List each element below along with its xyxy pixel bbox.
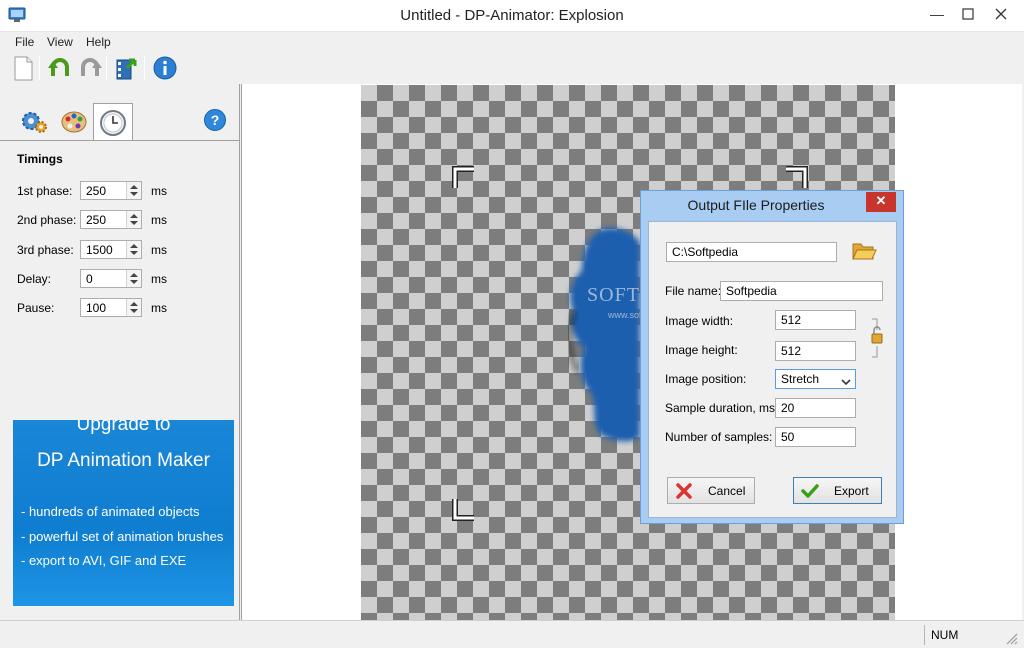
menu-file[interactable]: File (10, 33, 39, 51)
export-label: Export (834, 484, 869, 498)
checkmark-icon (801, 482, 819, 503)
explosion-effect (560, 222, 642, 447)
image-position-value: Stretch (781, 372, 820, 386)
unit-label: ms (151, 213, 167, 227)
first-phase-stepper[interactable]: 250 (80, 181, 142, 200)
first-phase-label: 1st phase: (17, 184, 73, 198)
dialog-close-button[interactable]: ✕ (866, 192, 896, 212)
sample-duration-field[interactable]: 20 (775, 398, 856, 418)
second-phase-stepper[interactable]: 250 (80, 210, 142, 229)
toolbar (0, 52, 1024, 84)
spin-arrows[interactable] (126, 270, 141, 287)
image-height-label: Image height: (665, 343, 738, 357)
output-file-properties-dialog: Output FIle Properties ✕ C:\Softpedia Fi… (640, 190, 904, 524)
close-button[interactable] (986, 2, 1016, 28)
promo-feature: - export to AVI, GIF and EXE (21, 553, 187, 568)
dialog-body: C:\Softpedia File name: Softpedia Image … (648, 221, 897, 518)
svg-text:?: ? (211, 112, 220, 128)
second-phase-label: 2nd phase: (17, 213, 77, 227)
promo-upgrade-text: Upgrade to (76, 420, 171, 435)
image-position-select[interactable]: Stretch (775, 369, 856, 389)
aspect-lock-icon[interactable] (871, 318, 885, 358)
promo-feature: - powerful set of animation brushes (21, 529, 224, 544)
image-width-label: Image width: (665, 314, 734, 328)
image-height-field[interactable]: 512 (775, 341, 856, 361)
promo-product-name: DP Animation Maker (37, 450, 210, 471)
info-icon[interactable] (151, 54, 179, 82)
resize-grip-icon[interactable] (1004, 631, 1018, 645)
menu-view[interactable]: View (42, 33, 78, 51)
settings-gears-icon[interactable] (18, 105, 50, 137)
image-width-field[interactable]: 512 (775, 310, 856, 330)
file-name-label: File name: (665, 284, 722, 298)
spin-arrows[interactable] (126, 211, 141, 228)
menu-bar: File View Help (0, 32, 1024, 52)
folder-path-field[interactable]: C:\Softpedia (666, 242, 837, 262)
cancel-x-icon (675, 482, 693, 503)
selection-corner-top-left[interactable] (452, 166, 476, 190)
pause-stepper[interactable]: 100 (80, 298, 142, 317)
unit-label: ms (151, 184, 167, 198)
third-phase-stepper[interactable]: 1500 (80, 240, 142, 259)
export-film-icon[interactable] (113, 54, 141, 82)
status-bar: NUM (0, 620, 1024, 648)
new-document-icon[interactable] (9, 54, 37, 82)
toolbar-separator (39, 56, 40, 80)
spin-arrows[interactable] (126, 182, 141, 199)
timings-heading: Timings (17, 152, 63, 166)
unit-label: ms (151, 272, 167, 286)
delay-value: 0 (86, 272, 93, 286)
tab-timings[interactable] (93, 103, 133, 141)
spin-arrows[interactable] (126, 299, 141, 316)
pause-value: 100 (86, 301, 107, 315)
toolbar-separator (106, 56, 107, 80)
third-phase-value: 1500 (86, 243, 113, 257)
promo-feature: - hundreds of animated objects (21, 504, 200, 519)
palette-icon[interactable] (58, 105, 90, 137)
file-name-field[interactable]: Softpedia (720, 281, 883, 301)
redo-icon[interactable] (76, 54, 104, 82)
window-title: Untitled - DP-Animator: Explosion (400, 7, 624, 24)
browse-folder-icon[interactable] (851, 240, 877, 262)
unit-label: ms (151, 243, 167, 257)
cancel-button[interactable]: Cancel (667, 477, 755, 504)
maximize-button[interactable] (953, 2, 983, 28)
tab-divider (0, 140, 240, 141)
minimize-button[interactable]: — (922, 2, 952, 28)
num-lock-indicator: NUM (924, 625, 992, 645)
spin-arrows[interactable] (126, 241, 141, 258)
first-phase-value: 250 (86, 184, 107, 198)
second-phase-value: 250 (86, 213, 107, 227)
clock-icon (97, 107, 129, 139)
undo-icon[interactable] (46, 54, 74, 82)
dialog-title: Output FIle Properties (687, 197, 825, 213)
export-button[interactable]: Export (793, 477, 882, 504)
chevron-down-icon (841, 374, 851, 392)
number-of-samples-field[interactable]: 50 (775, 427, 856, 447)
title-bar: Untitled - DP-Animator: Explosion — (0, 0, 1024, 32)
sample-duration-label: Sample duration, ms: (665, 401, 779, 415)
selection-corner-top-right[interactable] (784, 166, 808, 190)
cancel-label: Cancel (708, 484, 746, 498)
number-of-samples-label: Number of samples: (665, 430, 773, 444)
image-position-label: Image position: (665, 372, 747, 386)
upgrade-banner[interactable]: Upgrade to DP Animation Maker - hundreds… (13, 420, 234, 606)
pause-label: Pause: (17, 301, 55, 315)
unit-label: ms (151, 301, 167, 315)
selection-corner-bottom-left[interactable] (452, 497, 476, 521)
toolbar-separator (144, 56, 145, 80)
help-icon[interactable]: ? (203, 108, 227, 132)
delay-label: Delay: (17, 272, 52, 286)
third-phase-label: 3rd phase: (17, 243, 74, 257)
delay-stepper[interactable]: 0 (80, 269, 142, 288)
menu-help[interactable]: Help (81, 33, 116, 51)
